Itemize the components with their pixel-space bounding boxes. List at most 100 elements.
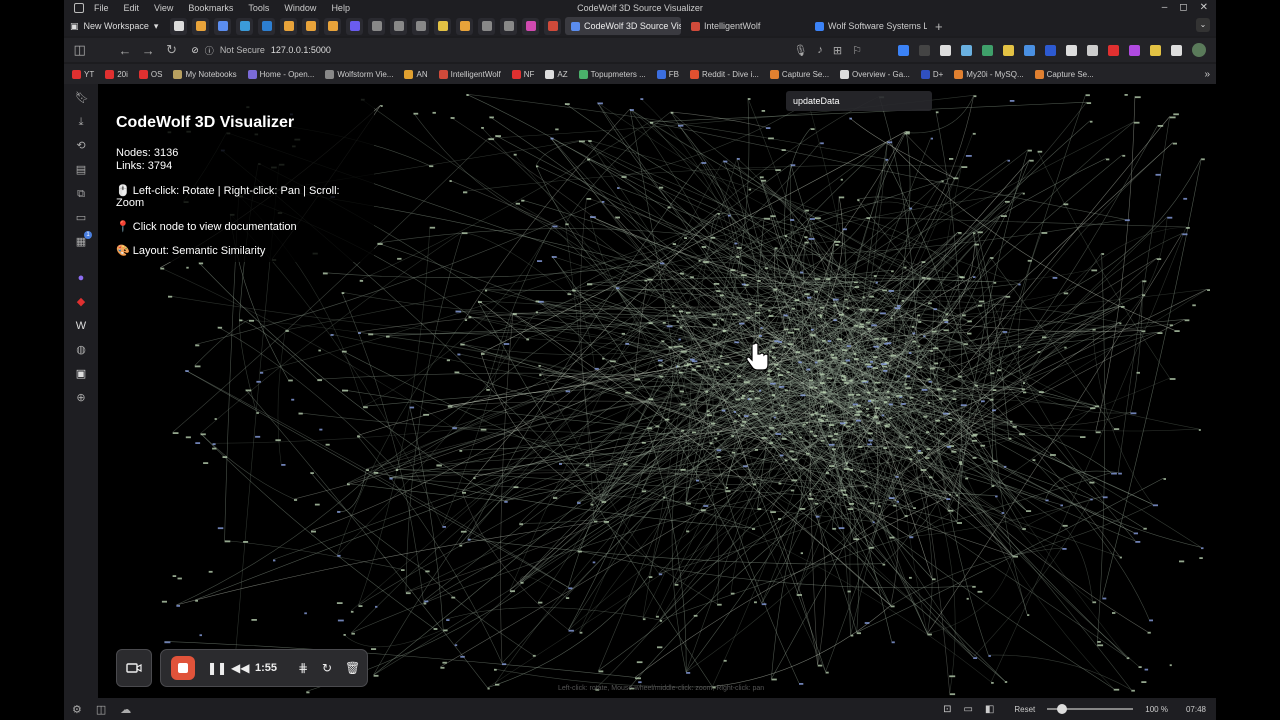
pinned-tab-5[interactable]	[258, 17, 275, 35]
bookmark-item[interactable]: D+	[920, 69, 943, 79]
microphone-icon[interactable]: 🎙	[793, 44, 807, 57]
grid-icon[interactable]: ⋕	[297, 661, 309, 675]
tab-intelligentwolf[interactable]: IntelligentWolf	[685, 17, 805, 35]
settings-icon[interactable]: ⚙	[72, 703, 82, 716]
shield-icon[interactable]: ⊘	[191, 45, 199, 56]
extension-8-icon[interactable]	[1066, 44, 1077, 56]
pinned-tab-17[interactable]	[522, 17, 539, 35]
bookmark-item[interactable]: OS	[138, 69, 162, 79]
url-text[interactable]: 127.0.0.1:5000	[271, 45, 331, 55]
extension-1-icon[interactable]	[919, 44, 930, 56]
extension-6-icon[interactable]	[1024, 44, 1035, 56]
bookmarks-overflow-icon[interactable]: »	[1204, 69, 1210, 80]
pinned-tab-14[interactable]	[456, 17, 473, 35]
restart-icon[interactable]: ↻	[321, 661, 333, 675]
extension-9-icon[interactable]	[1087, 44, 1098, 56]
menu-help[interactable]: Help	[331, 3, 350, 13]
menu-file[interactable]: File	[94, 3, 109, 13]
pinned-tab-1[interactable]	[170, 17, 187, 35]
history-icon[interactable]: ⟲	[75, 140, 87, 152]
extension-5-icon[interactable]	[1003, 44, 1014, 56]
pinned-tab-10[interactable]	[368, 17, 385, 35]
cloud-icon[interactable]: ☁	[120, 703, 131, 716]
extension-11-icon[interactable]	[1129, 44, 1140, 56]
pinned-tab-18[interactable]	[544, 17, 561, 35]
bookmark-item[interactable]: Overview - Ga...	[840, 69, 910, 79]
camera-button[interactable]	[116, 649, 152, 687]
page-actions-icon[interactable]: ◧	[985, 704, 994, 715]
bookmark-item[interactable]: IntelligentWolf	[438, 69, 501, 79]
add-panel-icon[interactable]: ⊕	[75, 392, 87, 404]
workspace-switcher[interactable]: ▣ New Workspace ▾	[64, 21, 170, 32]
url-field[interactable]: ⊘ ⓘ Not Secure 127.0.0.1:5000	[191, 40, 793, 60]
menu-edit[interactable]: Edit	[124, 3, 140, 13]
pinned-tab-6[interactable]	[280, 17, 297, 35]
bookmark-item[interactable]: FB	[656, 69, 679, 79]
bookmark-item[interactable]: AN	[404, 69, 428, 79]
bookmark-item[interactable]: YT	[72, 69, 94, 79]
tab-wolf-software[interactable]: Wolf Software Systems L...	[809, 17, 927, 35]
menu-view[interactable]: View	[154, 3, 173, 13]
bookmark-item[interactable]: Topupmeters ...	[578, 69, 646, 79]
close-icon[interactable]: ✕	[1200, 2, 1208, 13]
bookmark-item[interactable]: AZ	[545, 69, 568, 79]
extension-12-icon[interactable]	[1150, 44, 1161, 56]
wikipedia-icon[interactable]: W	[75, 320, 87, 332]
reading-list-icon[interactable]: ▭	[75, 212, 87, 224]
pinned-tab-3[interactable]	[214, 17, 231, 35]
bookmark-item[interactable]: NF	[511, 69, 534, 79]
stop-recording-button[interactable]	[171, 656, 195, 680]
contacts-icon[interactable]: ▣	[75, 368, 87, 380]
vivaldi-icon[interactable]: ◆	[75, 296, 87, 308]
notes-icon[interactable]: ▤	[75, 164, 87, 176]
reload-button[interactable]: ↻	[160, 42, 183, 58]
extension-2-icon[interactable]	[940, 44, 951, 56]
extension-13-icon[interactable]	[1171, 44, 1182, 56]
zoom-slider[interactable]	[1047, 704, 1134, 714]
tab-list-button[interactable]: ⌄	[1196, 18, 1210, 32]
bookmark-item[interactable]: My20i - MySQ...	[954, 69, 1024, 79]
tiling-icon[interactable]: ▭	[963, 704, 972, 715]
pinned-tab-11[interactable]	[390, 17, 407, 35]
mastodon-icon[interactable]: ●	[75, 272, 87, 284]
bookmark-item[interactable]: Home - Open...	[247, 69, 314, 79]
tab-codewolf[interactable]: CodeWolf 3D Source Visual	[565, 17, 681, 35]
minimize-icon[interactable]: –	[1162, 2, 1168, 13]
graph-viewport[interactable]: CodeWolf 3D Visualizer Nodes: 3136 Links…	[98, 84, 1216, 698]
pause-icon[interactable]: ❚❚	[207, 661, 227, 675]
extension-7-icon[interactable]	[1045, 44, 1056, 56]
tile-icon[interactable]: ◫	[96, 703, 106, 716]
capture-icon[interactable]: ⊡	[943, 704, 951, 715]
reader-icon[interactable]: ⊞	[833, 44, 842, 57]
forward-button[interactable]: →	[137, 43, 160, 58]
avatar[interactable]	[1192, 43, 1206, 57]
bookmark-item[interactable]: Capture Se...	[769, 69, 829, 79]
pinned-tab-9[interactable]	[346, 17, 363, 35]
pinned-tab-2[interactable]	[192, 17, 209, 35]
bookmark-item[interactable]: My Notebooks	[173, 69, 237, 79]
maximize-icon[interactable]: ◻	[1179, 2, 1187, 13]
bookmark-item[interactable]: Wolfstorm Vie...	[325, 69, 393, 79]
vivaldi-app-icon[interactable]	[74, 3, 84, 13]
bookmark-icon[interactable]: 🔖︎	[75, 92, 89, 104]
extension-3-icon[interactable]	[961, 44, 972, 56]
bookmark-item[interactable]: Reddit - Dive i...	[690, 69, 759, 79]
menu-window[interactable]: Window	[284, 3, 316, 13]
zoom-reset-button[interactable]: Reset	[1014, 705, 1035, 714]
rewind-icon[interactable]: ◀◀	[231, 661, 249, 675]
pinned-tab-4[interactable]	[236, 17, 253, 35]
new-tab-button[interactable]: +	[935, 19, 943, 34]
menu-tools[interactable]: Tools	[248, 3, 269, 13]
pinned-tab-12[interactable]	[412, 17, 429, 35]
extension-4-icon[interactable]	[982, 44, 993, 56]
pinned-tab-16[interactable]	[500, 17, 517, 35]
extension-translate-icon[interactable]	[898, 44, 909, 56]
bookmark-item[interactable]: 20i	[105, 69, 128, 79]
pinned-tab-8[interactable]	[324, 17, 341, 35]
pinned-tab-15[interactable]	[478, 17, 495, 35]
extension-10-icon[interactable]	[1108, 44, 1119, 56]
bookmark-item[interactable]: Capture Se...	[1034, 69, 1094, 79]
panel-toggle-icon[interactable]: ◫	[68, 42, 91, 58]
bookmark-page-icon[interactable]: ⚐	[852, 44, 862, 57]
zoom-slider-handle[interactable]	[1056, 704, 1067, 714]
